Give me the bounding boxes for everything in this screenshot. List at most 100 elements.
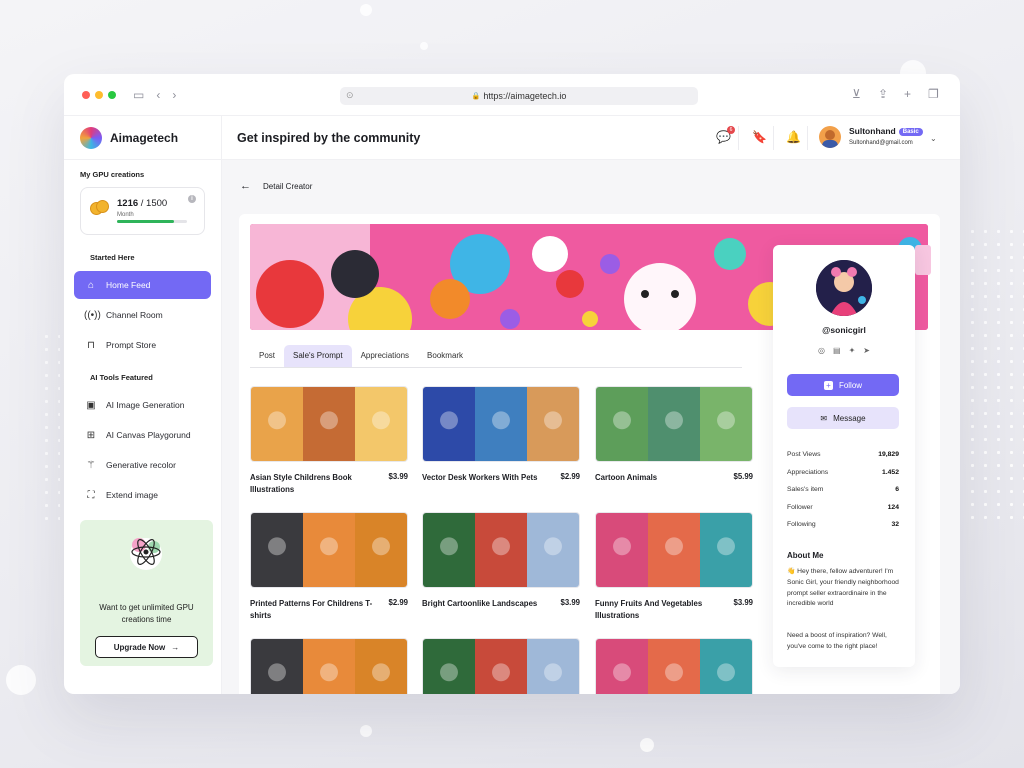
tab-sales-prompt[interactable]: Sale's Prompt xyxy=(284,344,352,367)
user-email: Sultonhand@gmail.com xyxy=(849,140,913,146)
bookmark-icon[interactable]: 🔖 xyxy=(752,130,767,144)
product-card[interactable]: Printed Patterns For Childrens T-shirts $… xyxy=(250,512,408,620)
stat-label: Appreciations xyxy=(787,468,829,476)
creator-profile-card: @sonicgirl ◎ ▤ ✦ ➤ + Follow ✉ Message Post… xyxy=(773,245,915,667)
promo-text: Want to get unlimited GPU creations time xyxy=(99,603,194,624)
product-card[interactable] xyxy=(422,638,580,694)
product-thumbnail[interactable] xyxy=(595,638,753,694)
top-header: Get inspired by the community 💬 6 🔖 🔔 Sul… xyxy=(222,116,960,160)
sidebar-item-ai-image-generation[interactable]: ▣ AI Image Generation xyxy=(74,391,211,419)
back-arrow-icon[interactable]: ← xyxy=(240,180,251,192)
creator-handle: @sonicgirl xyxy=(822,325,866,335)
sidebar-item-ai-canvas-playground[interactable]: ⊞ AI Canvas Playgorund xyxy=(74,421,211,449)
gpu-period: Month xyxy=(117,212,134,218)
stat-row: Appreciations 1.452 xyxy=(787,469,899,476)
product-card[interactable]: Bright Cartoonlike Landscapes $3.99 xyxy=(422,512,580,608)
product-thumbnail[interactable] xyxy=(422,386,580,462)
app-logo[interactable]: Aimagetech xyxy=(64,116,221,160)
product-thumbnail[interactable] xyxy=(595,512,753,588)
close-window-dot[interactable] xyxy=(82,90,90,99)
bell-icon[interactable]: 🔔 xyxy=(786,130,801,144)
product-title: Asian Style Childrens Book Illustrations xyxy=(250,473,352,494)
stat-value: 32 xyxy=(891,521,899,528)
started-section-title: Started Here xyxy=(90,253,135,262)
product-title: Cartoon Animals xyxy=(595,473,658,482)
stat-row: Following 32 xyxy=(787,521,899,528)
chevron-down-icon[interactable]: ⌄ xyxy=(930,134,937,143)
site-settings-icon[interactable]: ⊙ xyxy=(346,90,354,101)
bg-bubble xyxy=(420,42,428,50)
avatar[interactable] xyxy=(819,126,841,148)
bag-icon: ⊓ xyxy=(87,339,95,351)
product-card[interactable]: Asian Style Childrens Book Illustrations… xyxy=(250,386,408,494)
maximize-window-dot[interactable] xyxy=(108,90,116,99)
sidebar-item-extend-image[interactable]: ⛶ Extend image xyxy=(74,481,211,509)
about-title: About Me xyxy=(787,551,824,560)
stat-label: Sales's item xyxy=(787,486,824,493)
product-card[interactable] xyxy=(595,638,753,694)
product-price: $2.99 xyxy=(388,598,408,607)
share-icon[interactable]: ⇪ xyxy=(878,87,888,101)
gamepad-icon: ⊞ xyxy=(86,429,96,441)
product-thumbnail[interactable] xyxy=(250,638,408,694)
minimize-window-dot[interactable] xyxy=(95,90,103,99)
follow-label: Follow xyxy=(838,380,863,390)
instagram-icon[interactable]: ◎ xyxy=(818,346,825,355)
sidebar-item-prompt-store[interactable]: ⊓ Prompt Store xyxy=(74,331,211,359)
product-thumbnail[interactable] xyxy=(250,512,408,588)
bg-bubble xyxy=(640,738,654,752)
product-thumbnail[interactable] xyxy=(422,638,580,694)
info-icon[interactable]: i xyxy=(188,195,196,203)
product-title: Bright Cartoonlike Landscapes xyxy=(422,599,538,608)
linkedin-icon[interactable]: ▤ xyxy=(833,346,841,355)
logo-mark-icon xyxy=(80,126,102,149)
tab-post[interactable]: Post xyxy=(250,345,284,367)
sidebar-item-generative-recolor[interactable]: ⚚ Generative recolor xyxy=(74,451,211,479)
stat-label: Follower xyxy=(787,503,813,511)
atom-icon xyxy=(130,538,162,570)
creator-tabs: Post Sale's Prompt Appreciations Bookmar… xyxy=(250,344,742,368)
gpu-used: 1216 xyxy=(117,198,139,209)
product-card[interactable]: Cartoon Animals $5.99 xyxy=(595,386,753,482)
divider xyxy=(738,126,739,150)
sidebar-item-channel-room[interactable]: ((•)) Channel Room xyxy=(74,301,211,329)
product-title: Vector Desk Workers With Pets xyxy=(422,473,538,482)
sidebar-item-home-feed[interactable]: ⌂ Home Feed xyxy=(74,271,211,299)
stat-label: Following xyxy=(787,521,816,528)
follow-button[interactable]: + Follow xyxy=(787,374,899,396)
bg-dot-grid xyxy=(40,330,60,530)
sidebar-item-label: Channel Room xyxy=(106,310,163,320)
product-thumbnail[interactable] xyxy=(422,512,580,588)
upgrade-now-button[interactable]: Upgrade Now → xyxy=(95,636,198,658)
tab-overview-icon[interactable]: ❐ xyxy=(928,87,939,101)
stat-row: Sales's item 6 xyxy=(787,486,899,493)
product-card[interactable]: Vector Desk Workers With Pets $2.99 xyxy=(422,386,580,482)
messages-icon[interactable]: 💬 6 xyxy=(716,126,735,144)
breadcrumb-label: Detail Creator xyxy=(263,181,313,191)
tab-appreciations[interactable]: Appreciations xyxy=(352,345,418,367)
bg-bubble xyxy=(360,4,372,16)
about-text: 👋 Hey there, fellow adventurer! I'm Soni… xyxy=(787,568,899,608)
product-title: Funny Fruits And Vegetables Illustration… xyxy=(595,599,703,620)
user-name: Sultonhand xyxy=(849,126,896,136)
bg-bubble xyxy=(6,665,36,695)
tab-bookmark[interactable]: Bookmark xyxy=(418,345,472,367)
address-bar[interactable]: ⊙ 🔒 https://aimagetech.io xyxy=(340,87,698,105)
message-button[interactable]: ✉ Message xyxy=(787,407,899,429)
creator-avatar[interactable] xyxy=(816,260,872,316)
telegram-icon[interactable]: ➤ xyxy=(863,346,870,355)
twitter-icon[interactable]: ✦ xyxy=(849,346,856,355)
new-tab-icon[interactable]: + xyxy=(904,87,911,101)
product-card[interactable]: Funny Fruits And Vegetables Illustration… xyxy=(595,512,753,620)
forward-nav-icon[interactable]: › xyxy=(172,88,176,102)
stat-value: 6 xyxy=(895,486,899,493)
product-thumbnail[interactable] xyxy=(595,386,753,462)
download-icon[interactable]: ⊻ xyxy=(852,87,861,101)
product-thumbnail[interactable] xyxy=(250,386,408,462)
page-title: Get inspired by the community xyxy=(237,130,421,145)
back-nav-icon[interactable]: ‹ xyxy=(156,88,160,102)
stat-value: 124 xyxy=(887,503,899,511)
product-title: Printed Patterns For Childrens T-shirts xyxy=(250,599,373,620)
sidebar-toggle-icon[interactable]: ▭ xyxy=(133,88,144,102)
product-card[interactable] xyxy=(250,638,408,694)
